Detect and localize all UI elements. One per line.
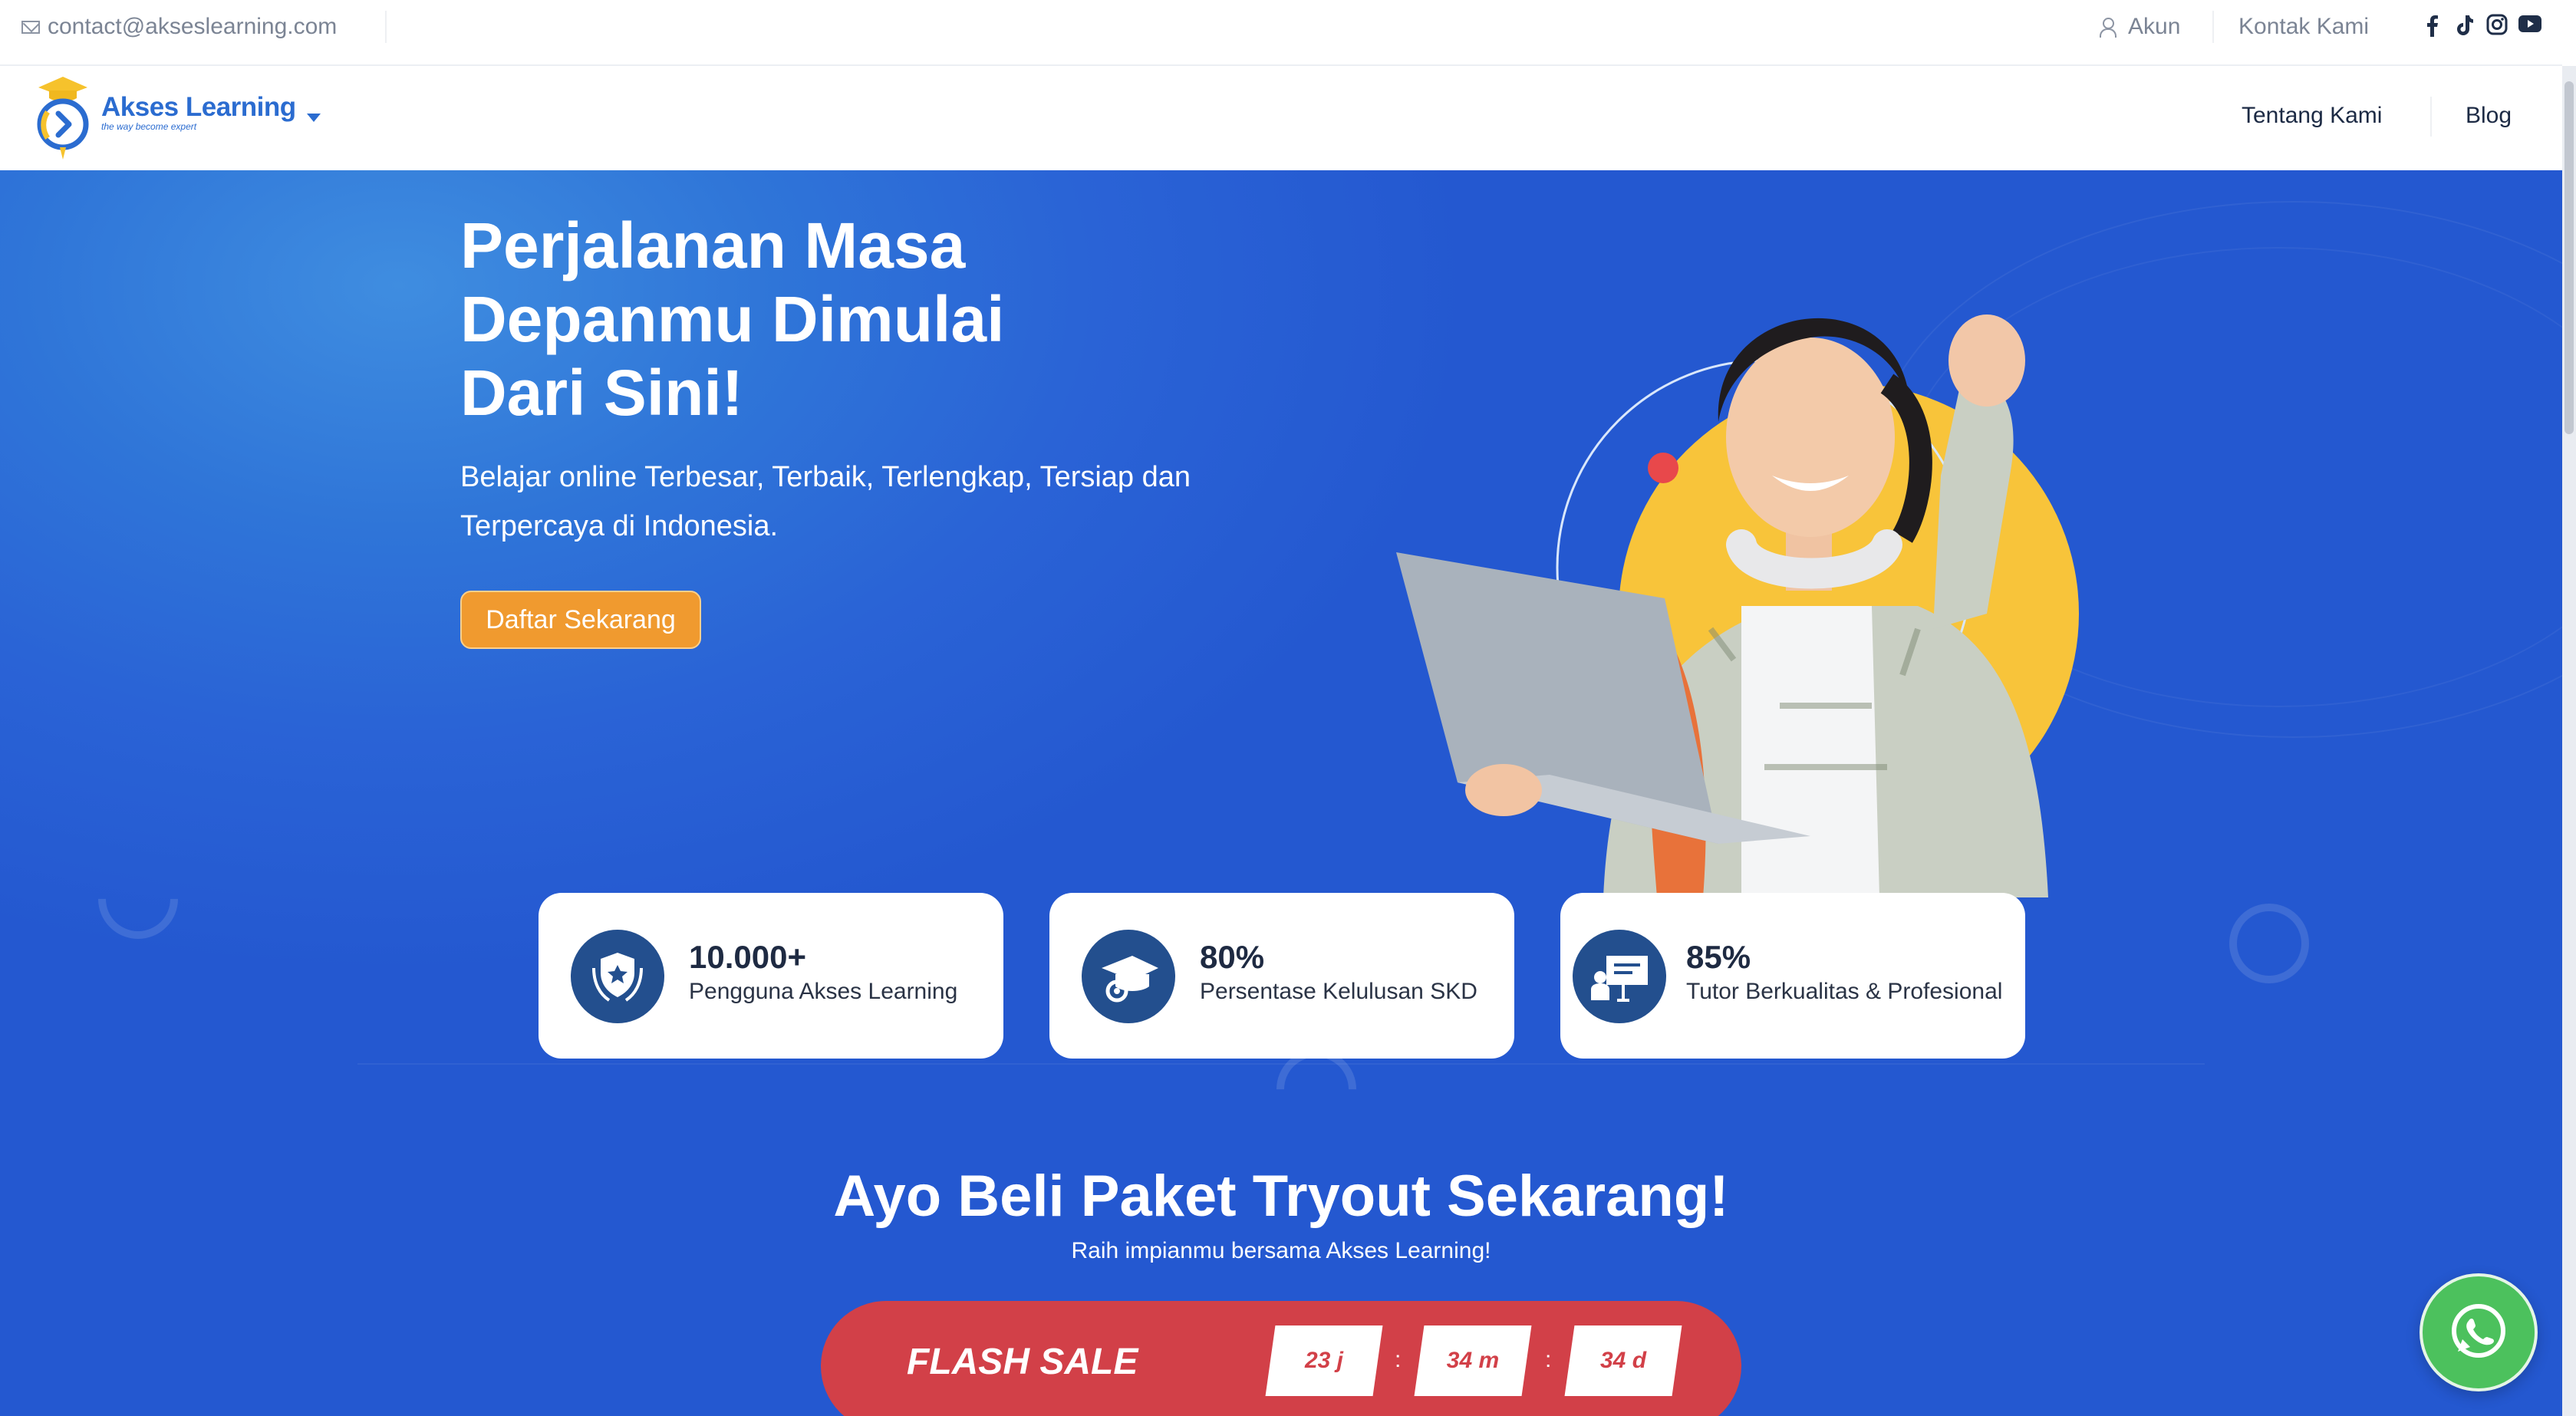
graduation-cap-icon xyxy=(1082,930,1175,1023)
facebook-icon[interactable] xyxy=(2421,14,2444,37)
email-text: contact@akseslearning.com xyxy=(48,14,338,39)
divider xyxy=(2430,97,2432,137)
divider xyxy=(385,11,387,43)
brand-tagline: the way become expert xyxy=(101,121,197,132)
countdown-value: 34 m xyxy=(1446,1348,1500,1373)
brand-name: Akses Learning xyxy=(101,92,296,122)
brand[interactable]: Akses Learning the way become expert xyxy=(101,92,296,132)
email-link[interactable]: contact@akseslearning.com xyxy=(21,14,337,40)
main-navbar: Akses Learning the way become expert Ten… xyxy=(0,66,2562,170)
countdown-seconds: 34 d xyxy=(1564,1325,1682,1396)
account-label: Akun xyxy=(2128,14,2181,39)
tryout-section-subtitle: Raih impianmu bersama Akses Learning! xyxy=(1071,1238,1491,1263)
countdown-minutes: 34 m xyxy=(1414,1325,1532,1396)
hero-subtitle-line: Belajar online Terbesar, Terbaik, Terlen… xyxy=(460,461,1191,493)
hero-title-line: Depanmu Dimulai xyxy=(460,283,1005,355)
stat-value: 10.000+ xyxy=(689,939,806,975)
hero-title: Perjalanan Masa Depanmu Dimulai Dari Sin… xyxy=(460,209,1227,430)
tryout-section-title: Ayo Beli Paket Tryout Sekarang! xyxy=(833,1164,1729,1229)
nav-link-tentang-kami[interactable]: Tentang Kami xyxy=(2242,103,2382,129)
youtube-icon[interactable] xyxy=(2518,14,2541,37)
user-icon xyxy=(2099,18,2116,38)
stat-value: 80% xyxy=(1200,939,1265,975)
divider xyxy=(2212,11,2214,43)
countdown-value: 34 d xyxy=(1599,1348,1647,1373)
flash-sale-label: FLASH SALE xyxy=(907,1342,1138,1382)
countdown-hours: 23 j xyxy=(1265,1325,1383,1396)
stat-card: 85% Tutor Berkualitas & Profesional xyxy=(1560,893,2025,1059)
hero-title-line: Dari Sini! xyxy=(460,357,743,429)
contact-link[interactable]: Kontak Kami xyxy=(2238,14,2369,40)
countdown-value: 23 j xyxy=(1304,1348,1344,1373)
hero-subtitle: Belajar online Terbesar, Terbaik, Terlen… xyxy=(460,453,1304,551)
decorative-ring xyxy=(2229,904,2309,983)
register-button[interactable]: Daftar Sekarang xyxy=(460,591,701,649)
stat-value: 85% xyxy=(1686,939,1751,975)
student-with-laptop-image xyxy=(1396,314,2079,897)
top-bar: contact@akseslearning.com Akun Kontak Ka… xyxy=(0,0,2562,66)
whatsapp-button[interactable] xyxy=(2420,1273,2538,1391)
stat-label: Pengguna Akses Learning xyxy=(689,979,958,1004)
instagram-icon[interactable] xyxy=(2485,14,2508,37)
countdown-separator: : xyxy=(1545,1347,1552,1372)
tiktok-icon[interactable] xyxy=(2453,14,2476,37)
scrollbar-thumb[interactable] xyxy=(2564,81,2574,434)
social-links xyxy=(2421,14,2541,37)
hero-title-line: Perjalanan Masa xyxy=(460,209,966,282)
stat-card: 80% Persentase Kelulusan SKD xyxy=(1049,893,1514,1059)
envelope-icon xyxy=(21,20,40,34)
chevron-down-icon[interactable] xyxy=(307,114,321,122)
hero-subtitle-line: Terpercaya di Indonesia. xyxy=(460,510,779,542)
award-badge-icon xyxy=(571,930,664,1023)
whatsapp-icon xyxy=(2452,1304,2505,1358)
countdown-separator: : xyxy=(1395,1347,1402,1372)
nav-link-blog[interactable]: Blog xyxy=(2466,103,2512,129)
akses-learning-logo-icon[interactable] xyxy=(26,72,100,164)
stat-label: Tutor Berkualitas & Profesional xyxy=(1686,979,2003,1004)
account-link[interactable]: Akun xyxy=(2099,14,2180,40)
stat-card: 10.000+ Pengguna Akses Learning xyxy=(539,893,1003,1059)
teacher-board-icon xyxy=(1573,930,1666,1023)
flash-sale-banner: FLASH SALE 23 j : 34 m : 34 d xyxy=(821,1301,1741,1416)
page-scrollbar[interactable] xyxy=(2562,66,2576,1416)
stat-label: Persentase Kelulusan SKD xyxy=(1200,979,1477,1004)
